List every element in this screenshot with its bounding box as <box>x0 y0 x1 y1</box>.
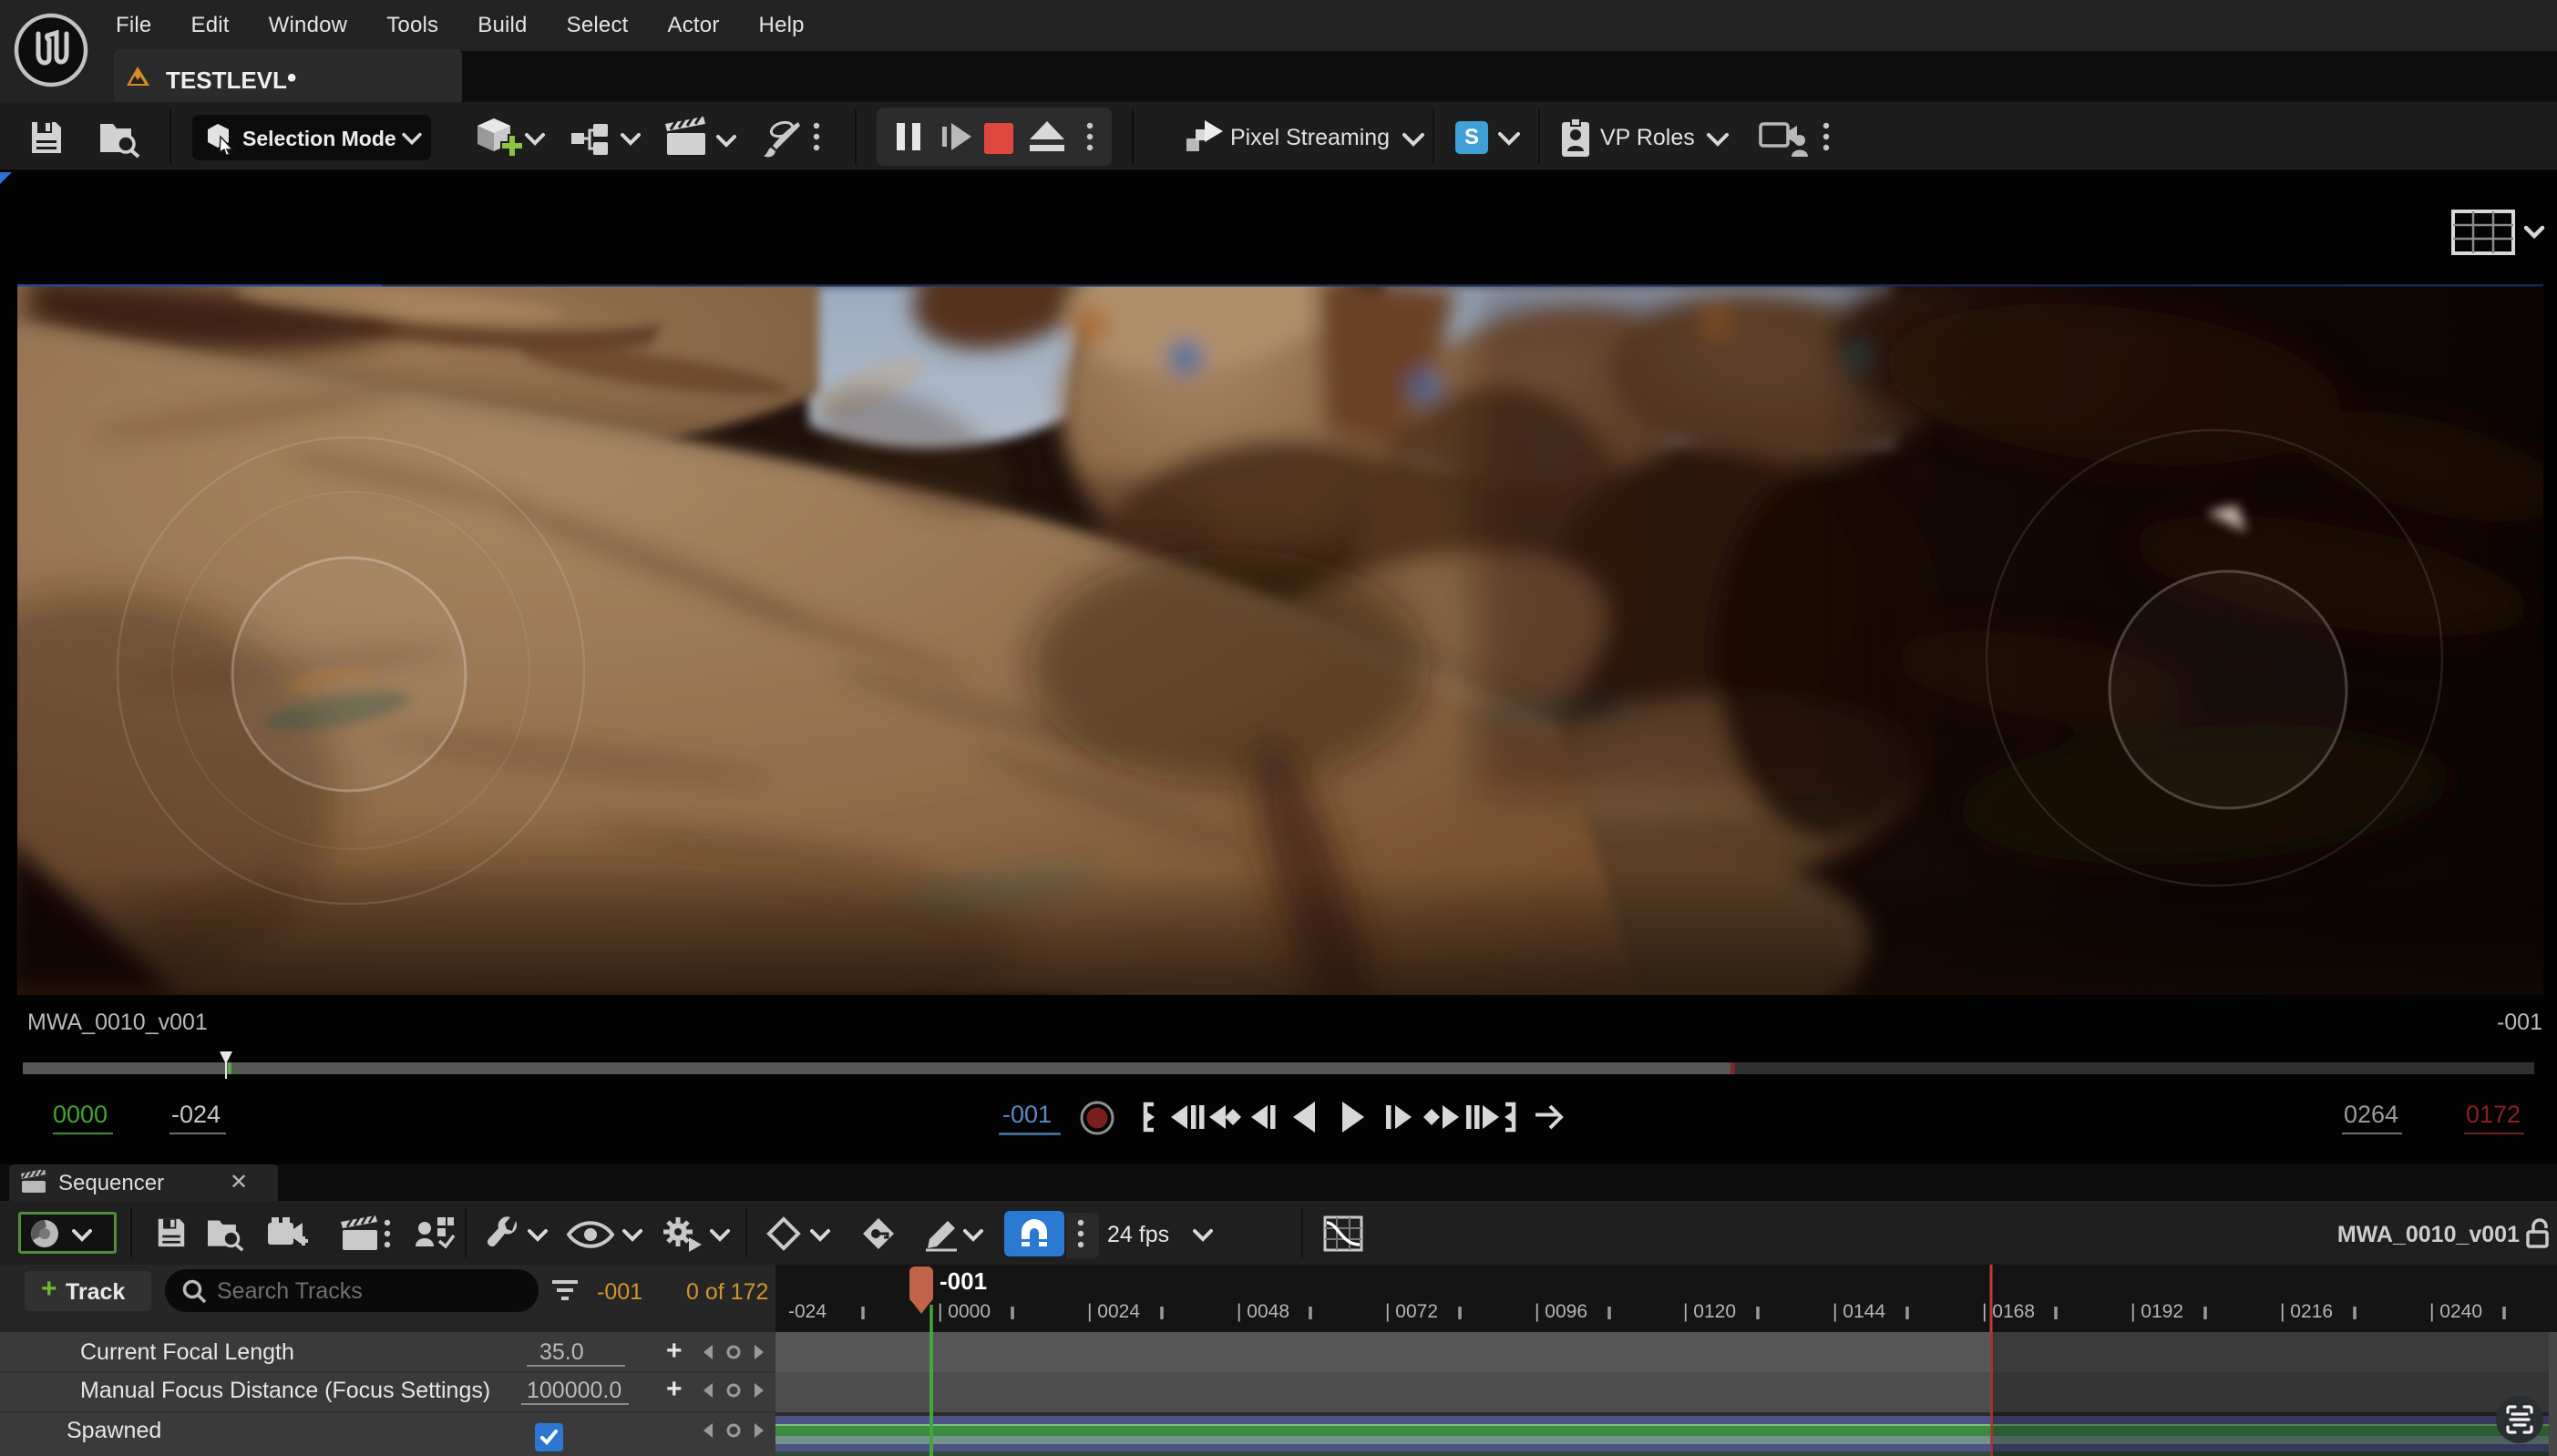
svg-text:| 0120: | 0120 <box>1683 1301 1736 1322</box>
svg-text:| 0192: | 0192 <box>2131 1301 2183 1322</box>
svg-text:-024: -024 <box>788 1301 827 1322</box>
svg-text:| 0096: | 0096 <box>1535 1301 1587 1322</box>
svg-text:| 0216: | 0216 <box>2280 1301 2333 1322</box>
svg-text:| 0240: | 0240 <box>2429 1301 2482 1322</box>
svg-text:| 0144: | 0144 <box>1833 1301 1885 1322</box>
svg-text:| 0024: | 0024 <box>1087 1301 1140 1322</box>
svg-text:| 0048: | 0048 <box>1237 1301 1289 1322</box>
svg-text:| 0000: | 0000 <box>938 1301 991 1322</box>
svg-text:| 0072: | 0072 <box>1385 1301 1438 1322</box>
svg-text:-001: -001 <box>940 1267 987 1295</box>
